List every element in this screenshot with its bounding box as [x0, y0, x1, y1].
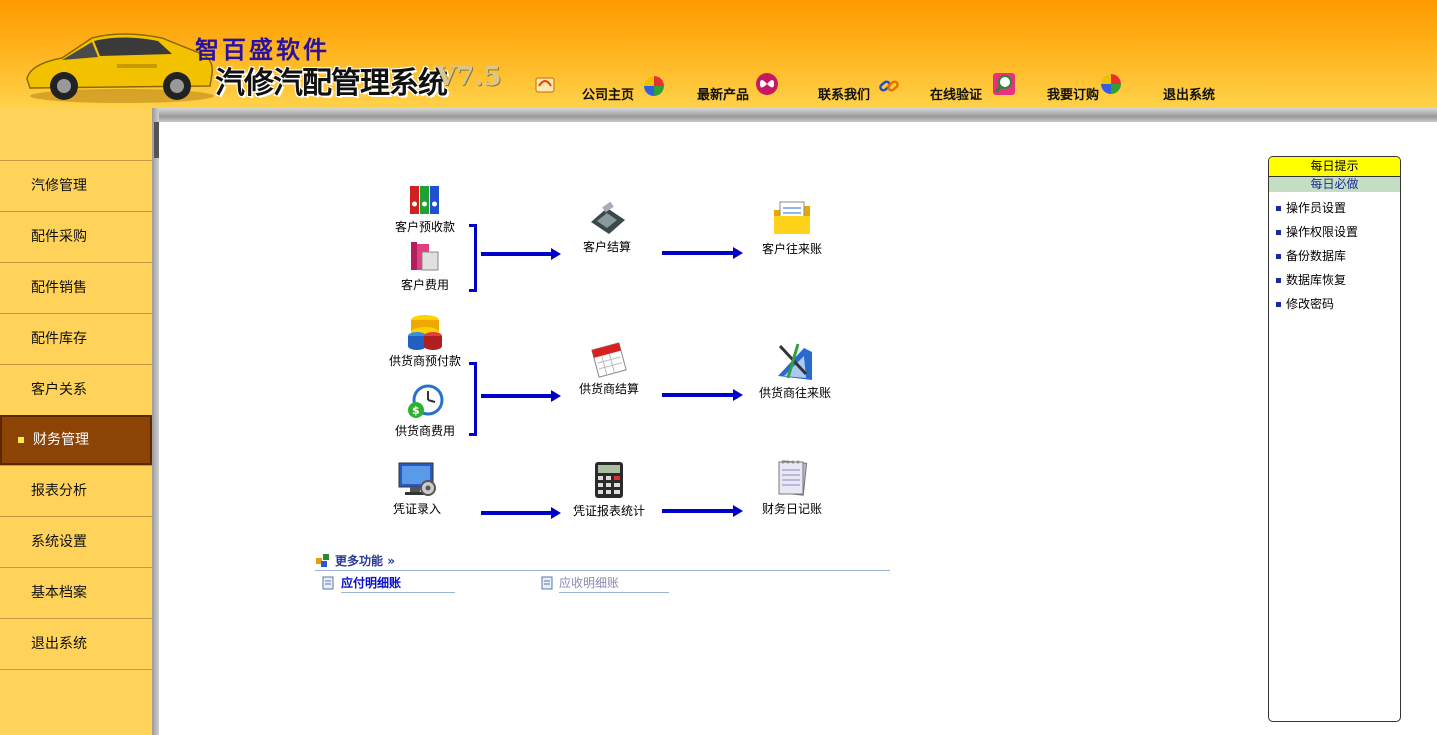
- pinwheel-icon[interactable]: [642, 74, 666, 98]
- nav-company-home[interactable]: 公司主页: [582, 84, 634, 103]
- customer-settle-node[interactable]: 客户结算: [572, 202, 642, 255]
- tip-restore-database[interactable]: 数据库恢复: [1269, 268, 1400, 292]
- pos-terminal-icon: [591, 202, 625, 234]
- app-title: 汽修汽配管理系统: [215, 66, 448, 101]
- flow-arrow: [481, 248, 561, 260]
- daily-tips-panel: 每日提示 每日必做 操作员设置 操作权限设置 备份数据库 数据库恢复 修改密码: [1268, 156, 1401, 722]
- journal-node[interactable]: 财务日记账: [752, 458, 832, 517]
- voucher-entry-node[interactable]: 凭证录入: [385, 460, 449, 517]
- sidebar-item-customers[interactable]: 客户关系: [0, 364, 152, 415]
- supplier-fee-node[interactable]: $ 供货商费用: [385, 384, 465, 439]
- header-banner: 智百盛软件 汽修汽配管理系统 V7.5 公司主页 最新产品 联系我们 在线验证 …: [0, 0, 1437, 108]
- finance-flow-panel: 客户预收款 客户费用 客户结算 客户往来账 供货商预付款 $ 供货商费用 供货商…: [159, 122, 1437, 735]
- double-chevron-icon: »: [387, 554, 395, 568]
- monitor-gear-icon: [398, 462, 436, 496]
- flow-arrow: [481, 390, 561, 402]
- flow-arrow: [662, 505, 743, 517]
- nav-exit-system[interactable]: 退出系统: [1163, 84, 1215, 103]
- nav-latest-products[interactable]: 最新产品: [697, 84, 749, 103]
- drafting-tools-icon: [778, 343, 812, 380]
- frame-top-border: [152, 108, 1437, 122]
- supplier-advance-node[interactable]: 供货商预付款: [385, 312, 465, 369]
- clock-money-icon: $: [408, 384, 444, 418]
- bullet-icon: [1276, 206, 1281, 211]
- flow-bracket: [469, 362, 477, 436]
- flow-arrow: [662, 247, 743, 259]
- app-version: V7.5: [436, 62, 502, 92]
- nav-order[interactable]: 我要订购: [1047, 84, 1099, 103]
- supplier-settle-node[interactable]: 供货商结算: [567, 342, 651, 397]
- document-icon: [322, 576, 334, 590]
- link-chain-icon[interactable]: [877, 74, 901, 98]
- sidebar-item-exit[interactable]: 退出系统: [0, 618, 152, 670]
- sidebar-menu: 汽修管理 配件采购 配件销售 配件库存 客户关系 财务管理 报表分析 系统设置 …: [0, 160, 152, 670]
- bullet-icon: [1276, 278, 1281, 283]
- customer-account-node[interactable]: 客户往来账: [752, 198, 832, 257]
- more-functions-icon: [316, 554, 329, 567]
- sidebar-item-sales[interactable]: 配件销售: [0, 262, 152, 313]
- supplier-account-node[interactable]: 供货商往来账: [752, 342, 838, 401]
- divider: [315, 570, 890, 571]
- svg-text:$: $: [412, 404, 420, 417]
- receivable-detail-link[interactable]: 应收明细账: [559, 574, 669, 593]
- sidebar: 汽修管理 配件采购 配件销售 配件库存 客户关系 财务管理 报表分析 系统设置 …: [0, 108, 152, 735]
- bullet-icon: [1276, 230, 1281, 235]
- flow-arrow: [481, 507, 561, 519]
- tips-title: 每日提示: [1269, 157, 1400, 177]
- active-bullet-icon: [18, 437, 24, 443]
- sidebar-item-finance[interactable]: 财务管理: [0, 415, 152, 465]
- bullet-icon: [1276, 302, 1281, 307]
- folder-icon: [774, 201, 810, 234]
- voucher-report-node[interactable]: 凭证报表统计: [567, 460, 651, 519]
- bullet-icon: [1276, 254, 1281, 259]
- sidebar-item-settings[interactable]: 系统设置: [0, 516, 152, 567]
- notepad-icon: [778, 460, 808, 496]
- calendar-icon: [591, 342, 627, 378]
- sports-car-logo-icon: [26, 33, 214, 103]
- sidebar-item-reports[interactable]: 报表分析: [0, 465, 152, 516]
- sidebar-item-basic-files[interactable]: 基本档案: [0, 567, 152, 618]
- binders-icon: [410, 186, 439, 214]
- tip-change-password[interactable]: 修改密码: [1269, 292, 1400, 316]
- calculator-icon: [595, 462, 623, 498]
- customer-advance-node[interactable]: 客户预收款: [390, 184, 460, 235]
- tip-backup-database[interactable]: 备份数据库: [1269, 244, 1400, 268]
- tip-operator-settings[interactable]: 操作员设置: [1269, 196, 1400, 220]
- nav-online-verify[interactable]: 在线验证: [930, 84, 982, 103]
- database-icon: [408, 315, 442, 350]
- payable-detail-link[interactable]: 应付明细账: [341, 574, 455, 593]
- nav-contact-us[interactable]: 联系我们: [818, 84, 870, 103]
- sidebar-item-inventory[interactable]: 配件库存: [0, 313, 152, 364]
- document-icon: [541, 576, 553, 590]
- flow-arrow: [662, 389, 743, 401]
- files-icon: [411, 242, 439, 271]
- sidebar-item-repair[interactable]: 汽修管理: [0, 160, 152, 211]
- tip-permission-settings[interactable]: 操作权限设置: [1269, 220, 1400, 244]
- butterfly-icon[interactable]: [755, 72, 779, 96]
- more-functions-title: 更多功能 »: [335, 554, 395, 568]
- magnifier-icon[interactable]: [992, 72, 1016, 96]
- pinwheel-icon[interactable]: [1099, 72, 1123, 96]
- frame-left-border: [152, 108, 159, 735]
- sidebar-item-purchase[interactable]: 配件采购: [0, 211, 152, 262]
- flow-bracket: [469, 224, 477, 292]
- tips-subtitle: 每日必做: [1269, 177, 1400, 192]
- home-icon[interactable]: [533, 72, 557, 96]
- customer-fee-node[interactable]: 客户费用: [390, 240, 460, 293]
